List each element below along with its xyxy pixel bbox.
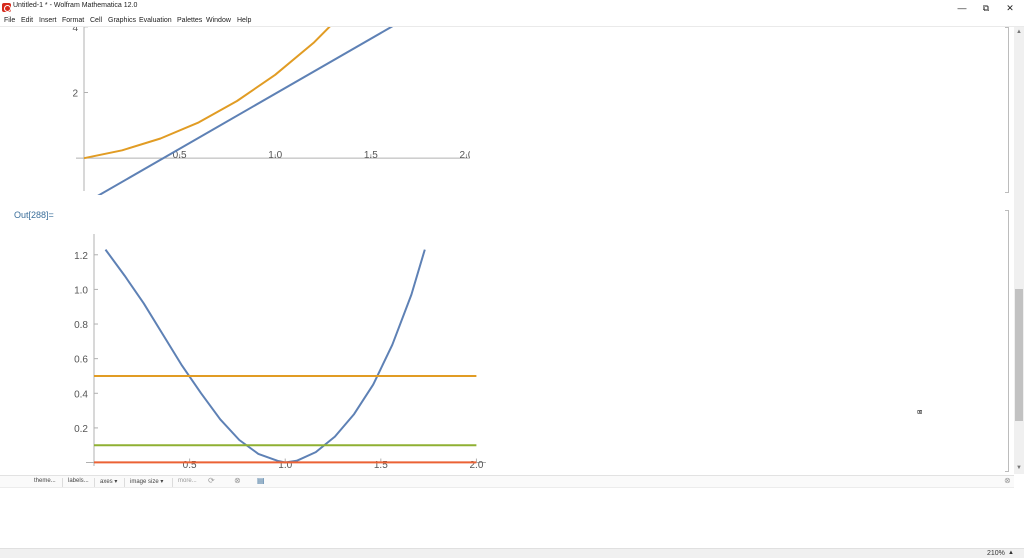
history-icon[interactable]: ⟳ (208, 476, 215, 485)
axes-button[interactable]: axes ▾ (100, 478, 117, 485)
menu-help[interactable]: Help (237, 17, 251, 24)
title-bar: Untitled-1 * - Wolfram Mathematica 12.0 … (0, 0, 1024, 16)
separator (94, 478, 95, 487)
text-cursor-icon: ⌧ (917, 408, 923, 418)
series-line-1 (97, 27, 394, 195)
series-line-1 (104, 249, 426, 464)
triangle-up-icon[interactable]: ▲ (1008, 550, 1014, 556)
notebook-area[interactable]: 0.51.01.52.024 Out[288]= 0.51.01.52.00.2… (0, 27, 1014, 474)
close-icon[interactable]: ⊗ (1004, 476, 1011, 485)
menu-edit[interactable]: Edit (21, 17, 33, 24)
menu-graphics[interactable]: Graphics (108, 17, 136, 24)
axes (86, 234, 486, 466)
separator (172, 478, 173, 487)
labels-button[interactable]: labels... (68, 478, 89, 484)
menu-file[interactable]: File (4, 17, 15, 24)
separator (62, 478, 63, 487)
axes-label: axes (100, 479, 113, 485)
y-tick-label: 1.0 (74, 285, 88, 296)
menu-cell[interactable]: Cell (90, 17, 102, 24)
mathematica-icon (2, 3, 11, 12)
y-tick-label: 0.4 (74, 389, 88, 400)
plot-parabola[interactable]: 0.5 1.0 1.5 2.00.20.40.60.81.01.2 (50, 222, 490, 472)
window-title: Untitled-1 * - Wolfram Mathematica 12.0 (13, 2, 138, 9)
chevron-down-icon: ▾ (160, 479, 164, 485)
x-tick-label: 1.0 (268, 150, 282, 161)
y-tick-label: 2 (72, 89, 78, 100)
vertical-scrollbar[interactable]: ▲ ▼ (1014, 27, 1024, 474)
restore-button[interactable]: ⧉ (974, 0, 998, 16)
more-button[interactable]: more... (178, 478, 197, 484)
y-tick-label: 4 (72, 27, 78, 34)
comment-icon[interactable]: ▤ (257, 476, 265, 485)
y-tick-label: 0.2 (74, 424, 88, 435)
menu-evaluation[interactable]: Evaluation (139, 17, 172, 24)
menu-insert[interactable]: Insert (39, 17, 57, 24)
cell-bracket[interactable] (1005, 210, 1009, 472)
chevron-down-icon: ▾ (114, 479, 118, 485)
zoom-level[interactable]: 210% (987, 550, 1005, 557)
minimize-button[interactable]: — (950, 0, 974, 16)
close-icon: ✕ (1006, 3, 1014, 13)
y-tick-label: 0.8 (74, 320, 88, 331)
menu-window[interactable]: Window (206, 17, 231, 24)
scrollbar-thumb[interactable] (1015, 289, 1023, 421)
scroll-up-icon[interactable]: ▲ (1015, 28, 1023, 36)
suggestions-bar: theme... labels... axes ▾ image size ▾ m… (0, 475, 1014, 488)
plot-tangent-line[interactable]: 0.51.01.52.024 (50, 27, 470, 195)
menu-format[interactable]: Format (62, 17, 84, 24)
close-window-button[interactable]: ✕ (998, 0, 1022, 16)
image-size-label: image size (130, 479, 159, 485)
y-tick-label: 0.6 (74, 355, 88, 366)
image-size-button[interactable]: image size ▾ (130, 478, 163, 485)
scroll-down-icon[interactable]: ▼ (1015, 464, 1023, 472)
plot-content: 0.51.01.52.024 (72, 27, 470, 195)
restore-icon: ⧉ (982, 3, 990, 13)
close-circle-icon[interactable]: ⊗ (234, 476, 241, 485)
x-tick-label: 1.5 (364, 150, 378, 161)
axes (76, 27, 470, 191)
status-bar: 210% ▲ (0, 548, 1024, 558)
menu-bar: File Edit Insert Format Cell Graphics Ev… (0, 16, 1024, 27)
theme-button[interactable]: theme... (34, 478, 56, 484)
separator (124, 478, 125, 487)
y-tick-label: 1.2 (74, 251, 88, 262)
output-label: Out[288]= (14, 210, 54, 220)
minimize-icon: — (957, 3, 967, 13)
series-line-2 (83, 27, 331, 160)
x-tick-label: 2.0 (459, 150, 470, 161)
cell-bracket[interactable] (1005, 27, 1009, 193)
menu-palettes[interactable]: Palettes (177, 17, 202, 24)
